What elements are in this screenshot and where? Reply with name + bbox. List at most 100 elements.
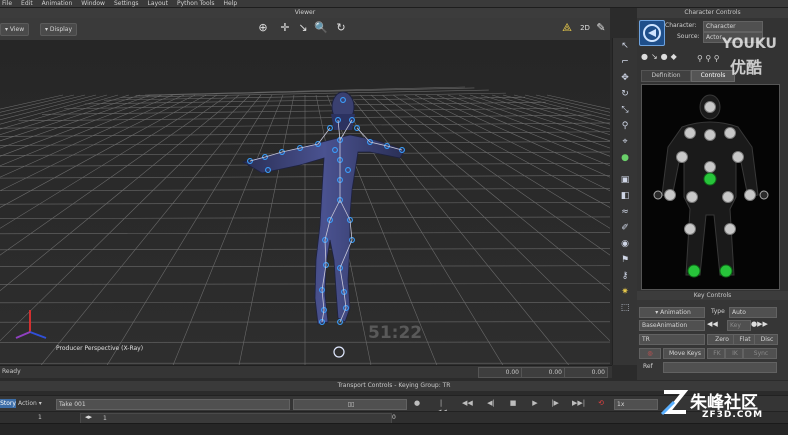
readout-x[interactable]: 0.00 bbox=[478, 367, 522, 378]
frame-current: 1 bbox=[103, 414, 107, 423]
source-label: Source: bbox=[677, 32, 700, 41]
ref-field[interactable] bbox=[663, 362, 777, 373]
menu-animation[interactable]: Animation bbox=[42, 0, 73, 7]
pan-icon[interactable]: ✛ bbox=[278, 21, 292, 35]
zoom-icon[interactable]: 🔍 bbox=[314, 21, 328, 35]
timecode-overlay: 51:22 bbox=[368, 323, 422, 343]
menu-bar: File Edit Animation Window Settings Layo… bbox=[0, 0, 788, 8]
loop-icon[interactable]: ⟲ bbox=[596, 399, 606, 408]
display-label: Display bbox=[50, 26, 72, 33]
view-menu-button[interactable]: ▾ View bbox=[0, 23, 29, 36]
view-label: View bbox=[10, 26, 24, 33]
menu-python-tools[interactable]: Python Tools bbox=[177, 0, 215, 7]
story-tab[interactable]: Story bbox=[0, 399, 16, 408]
tab-definition[interactable]: Definition bbox=[641, 70, 691, 82]
sync-button[interactable]: Sync bbox=[743, 348, 777, 359]
move-keys-button[interactable]: Move Keys bbox=[663, 348, 705, 359]
flat-button[interactable]: Flat bbox=[733, 334, 755, 345]
triangle-tool-icon[interactable]: ⟁ bbox=[560, 21, 574, 35]
next-key-icon[interactable]: ●▶▶ bbox=[751, 320, 768, 328]
pivot-tool-icon[interactable]: ⌖ bbox=[618, 136, 632, 148]
pin-toggles-icon[interactable]: ⚲ ⚲ ⚲ bbox=[697, 54, 720, 63]
paint-tool-icon[interactable]: ✐ bbox=[618, 222, 632, 234]
3d-viewport[interactable]: Producer Perspective (X-Ray) 51:22 bbox=[0, 40, 610, 365]
cube-shaded-icon[interactable]: ◧ bbox=[618, 190, 632, 202]
readout-y[interactable]: 0.00 bbox=[521, 367, 565, 378]
stop-icon[interactable]: ■ bbox=[508, 399, 518, 408]
ruler-strip[interactable] bbox=[0, 423, 788, 435]
translate-tool-icon[interactable]: ✥ bbox=[618, 72, 632, 84]
record-button-icon[interactable]: ● bbox=[412, 399, 422, 408]
dolly-icon[interactable]: ↘ bbox=[296, 21, 310, 35]
character-thumbnail-icon[interactable] bbox=[639, 20, 665, 46]
tab-controls[interactable]: Controls bbox=[691, 70, 735, 82]
frame-icon[interactable]: ⬚ bbox=[618, 302, 632, 314]
go-end-icon[interactable]: ▶▶| bbox=[572, 399, 582, 408]
sphere-icon[interactable]: ◉ bbox=[618, 238, 632, 250]
light-tool-icon[interactable]: ● bbox=[618, 152, 632, 164]
link-tool-icon[interactable]: ⚲ bbox=[618, 120, 632, 132]
rotate-camera-icon[interactable]: ↻ bbox=[334, 21, 348, 35]
action-tab[interactable]: Action ▾ bbox=[18, 399, 42, 408]
cube-view-icon[interactable]: ▣ bbox=[618, 174, 632, 186]
view-2d-icon[interactable]: 2D bbox=[578, 21, 592, 35]
keying-group-dropdown[interactable]: TR bbox=[639, 334, 705, 345]
readout-z[interactable]: 0.00 bbox=[564, 367, 608, 378]
speed-dropdown[interactable]: 1x bbox=[614, 399, 658, 410]
youku-logo-top: YOUKU bbox=[722, 36, 777, 52]
scale-tool-icon[interactable]: ⤡ bbox=[618, 104, 632, 116]
go-start-icon[interactable]: |◀◀ bbox=[436, 399, 446, 408]
frame-range-bar[interactable]: ▯▯ bbox=[293, 399, 407, 410]
record-toggle-icon[interactable]: ◎ bbox=[639, 348, 661, 359]
key-controls-panel: ▾ Animation Type Auto BaseAnimation ◀◀ K… bbox=[637, 300, 788, 380]
flip-tool-icon[interactable]: ≈ bbox=[618, 206, 632, 218]
animation-dropdown[interactable]: ▾ Animation bbox=[639, 307, 705, 318]
fk-button[interactable]: FK bbox=[707, 348, 725, 359]
orbit-icon[interactable]: ⊕ bbox=[256, 21, 270, 35]
type-label: Type bbox=[711, 307, 725, 316]
sun-icon[interactable]: ✷ bbox=[618, 286, 632, 298]
character-controls-title: Character Controls bbox=[637, 8, 788, 18]
menu-file[interactable]: File bbox=[2, 0, 12, 7]
body-silhouette bbox=[642, 85, 779, 289]
menu-edit[interactable]: Edit bbox=[21, 0, 33, 7]
viewport-scene bbox=[0, 40, 610, 365]
viewer-title: Viewer bbox=[0, 8, 610, 18]
prev-frame-icon[interactable]: ◀◀ bbox=[462, 399, 472, 408]
play-icon[interactable]: ▶ bbox=[530, 399, 540, 408]
character-control-figure[interactable] bbox=[641, 84, 780, 290]
timeline-thumb-icon[interactable]: ◂▸ bbox=[85, 413, 92, 421]
menu-window[interactable]: Window bbox=[81, 0, 105, 7]
menu-layout[interactable]: Layout bbox=[148, 0, 168, 7]
display-menu-button[interactable]: ▾ Display bbox=[40, 23, 77, 36]
take-dropdown[interactable]: Take 001 bbox=[56, 399, 290, 410]
status-bar: Ready 0.00 0.00 0.00 bbox=[0, 365, 612, 378]
marker-icon[interactable]: ✎ bbox=[594, 21, 608, 35]
menu-settings[interactable]: Settings bbox=[114, 0, 139, 7]
key-button[interactable]: Key bbox=[727, 320, 751, 331]
ik-button[interactable]: IK bbox=[725, 348, 743, 359]
control-toggles-icon[interactable]: ●↘●◆ bbox=[641, 52, 680, 61]
axis-gizmo-icon bbox=[10, 302, 50, 342]
disc-button[interactable]: Disc bbox=[754, 334, 778, 345]
pin-icon[interactable]: ⚑ bbox=[618, 254, 632, 266]
step-back-icon[interactable]: ◀| bbox=[486, 399, 496, 408]
layer-dropdown[interactable]: BaseAnimation bbox=[639, 320, 705, 331]
tool-column: ↖ ⌐ ✥ ↻ ⤡ ⚲ ⌖ ● ▣ ◧ ≈ ✐ ◉ ⚑ ⚷ ✷ ⬚ bbox=[612, 38, 637, 365]
camera-label: Producer Perspective (X-Ray) bbox=[56, 345, 143, 352]
menu-help[interactable]: Help bbox=[223, 0, 237, 7]
character-dropdown[interactable]: Character bbox=[703, 21, 763, 32]
select-tool-icon[interactable]: ↖ bbox=[618, 40, 632, 52]
viewer-toolbar: ▾ View ▾ Display ⊕ ✛ ↘ 🔍 ↻ ⟁ 2D ✎ bbox=[0, 18, 610, 41]
zero-button[interactable]: Zero bbox=[707, 334, 735, 345]
zf3d-url: ZF3D.COM bbox=[702, 410, 763, 420]
prev-key-icon[interactable]: ◀◀ bbox=[707, 320, 718, 328]
rotate-tool-icon[interactable]: ↻ bbox=[618, 88, 632, 100]
type-dropdown[interactable]: Auto bbox=[729, 307, 777, 318]
step-forward-icon[interactable]: |▶ bbox=[550, 399, 560, 408]
lcl-toggle-icon[interactable]: ⌐ bbox=[618, 56, 632, 68]
ref-label: Ref bbox=[643, 362, 653, 371]
zf3d-logo-icon bbox=[660, 388, 688, 418]
youku-logo-bottom: 优酷 bbox=[730, 54, 762, 78]
key-tool-icon[interactable]: ⚷ bbox=[618, 270, 632, 282]
